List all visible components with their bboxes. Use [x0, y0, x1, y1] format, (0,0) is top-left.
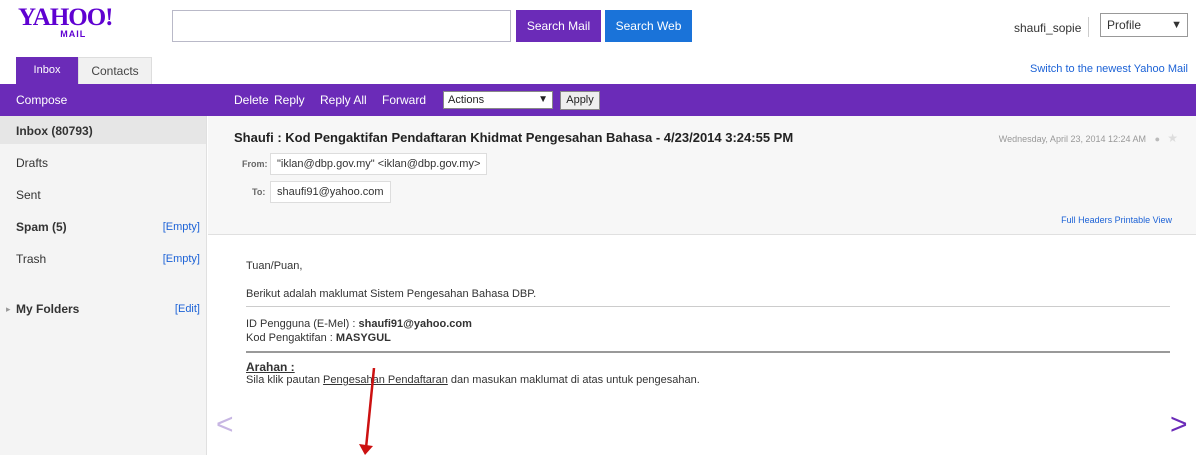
- message-header: Shaufi : Kod Pengaktifan Pendaftaran Khi…: [208, 116, 1196, 235]
- message-subject: Shaufi : Kod Pengaktifan Pendaftaran Khi…: [234, 130, 794, 145]
- header-links: Full Headers Printable View: [1061, 215, 1172, 225]
- greeting-text: Tuan/Puan,: [246, 260, 303, 272]
- divider: [246, 306, 1170, 307]
- tab-inbox[interactable]: Inbox: [16, 57, 78, 84]
- sidebar-item-drafts[interactable]: Drafts: [16, 156, 48, 170]
- sidebar-item-inbox[interactable]: Inbox (80793): [16, 124, 93, 138]
- reply-button[interactable]: Reply: [274, 93, 305, 107]
- tab-contacts[interactable]: Contacts: [78, 57, 152, 84]
- compose-button[interactable]: Compose: [16, 93, 67, 107]
- folder-sidebar: Inbox (80793) Drafts Sent Spam (5) [Empt…: [0, 116, 207, 455]
- printable-view-link[interactable]: Printable View: [1115, 215, 1172, 225]
- search-input[interactable]: [172, 10, 511, 42]
- profile-selected-value: Profile: [1107, 18, 1142, 32]
- sidebar-my-folders[interactable]: My Folders: [16, 302, 79, 316]
- star-icon[interactable]: ★: [1167, 131, 1178, 145]
- actions-selected-value: Actions: [448, 94, 485, 106]
- empty-trash-link[interactable]: [Empty]: [163, 253, 200, 265]
- sidebar-item-trash[interactable]: Trash: [16, 252, 46, 266]
- yahoo-mail-logo[interactable]: YAHOO! MAIL: [18, 4, 113, 39]
- registration-verification-link[interactable]: Pengesahan Pendaftaran: [323, 374, 448, 386]
- expand-triangle-icon[interactable]: ▸: [6, 304, 11, 315]
- divider: [1088, 17, 1089, 37]
- apply-button[interactable]: Apply: [560, 91, 600, 110]
- profile-dropdown[interactable]: Profile ▼: [1100, 13, 1188, 37]
- switch-newest-yahoo-mail-link[interactable]: Switch to the newest Yahoo Mail: [1030, 63, 1188, 75]
- user-id-value: shaufi91@yahoo.com: [358, 318, 472, 330]
- username[interactable]: shaufi_sopie: [1014, 21, 1081, 35]
- to-field[interactable]: shaufi91@yahoo.com: [270, 181, 391, 203]
- dot-icon: ●: [1154, 134, 1160, 144]
- activation-code-label: Kod Pengaktifan :: [246, 332, 336, 344]
- sidebar-item-sent[interactable]: Sent: [16, 188, 41, 202]
- user-id-label: ID Pengguna (E-Mel) :: [246, 318, 359, 330]
- chevron-down-icon: ▼: [538, 94, 548, 105]
- logo-text: YAHOO!: [18, 4, 113, 31]
- instruction-suffix: dan masukan maklumat di atas untuk penge…: [447, 374, 700, 386]
- previous-message-arrow-icon[interactable]: <: [216, 408, 234, 442]
- instruction-heading: Arahan :: [246, 360, 295, 374]
- intro-text: Berikut adalah maklumat Sistem Pengesaha…: [246, 288, 537, 300]
- search-mail-button[interactable]: Search Mail: [516, 10, 601, 42]
- chevron-down-icon: ▼: [1171, 19, 1182, 31]
- activation-code-line: Kod Pengaktifan : MASYGUL: [246, 332, 391, 344]
- reply-all-button[interactable]: Reply All: [320, 93, 367, 107]
- actions-dropdown[interactable]: Actions ▼: [443, 91, 553, 109]
- forward-button[interactable]: Forward: [382, 93, 426, 107]
- delete-button[interactable]: Delete: [234, 93, 269, 107]
- full-headers-link[interactable]: Full Headers: [1061, 215, 1112, 225]
- search-web-button[interactable]: Search Web: [605, 10, 692, 42]
- top-bar: YAHOO! MAIL Search Mail Search Web shauf…: [0, 0, 1196, 52]
- edit-folders-link[interactable]: [Edit]: [175, 303, 200, 315]
- to-label: To:: [252, 187, 266, 197]
- empty-spam-link[interactable]: [Empty]: [163, 221, 200, 233]
- message-date: Wednesday, April 23, 2014 12:24 AM: [998, 134, 1146, 144]
- from-field[interactable]: "iklan@dbp.gov.my" <iklan@dbp.gov.my>: [270, 153, 488, 175]
- action-toolbar: Compose Delete Reply Reply All Forward A…: [0, 84, 1196, 116]
- sidebar-item-spam[interactable]: Spam (5): [16, 220, 67, 234]
- instruction-prefix: Sila klik pautan: [246, 374, 324, 386]
- red-arrow-annotation-icon: [359, 368, 376, 455]
- instruction-text: Sila klik pautan Pengesahan Pendaftaran …: [246, 374, 700, 386]
- from-label: From:: [242, 159, 268, 169]
- user-id-line: ID Pengguna (E-Mel) : shaufi91@yahoo.com: [246, 318, 472, 330]
- divider: [246, 351, 1170, 353]
- activation-code-value: MASYGUL: [335, 332, 391, 344]
- next-message-arrow-icon[interactable]: >: [1170, 408, 1188, 442]
